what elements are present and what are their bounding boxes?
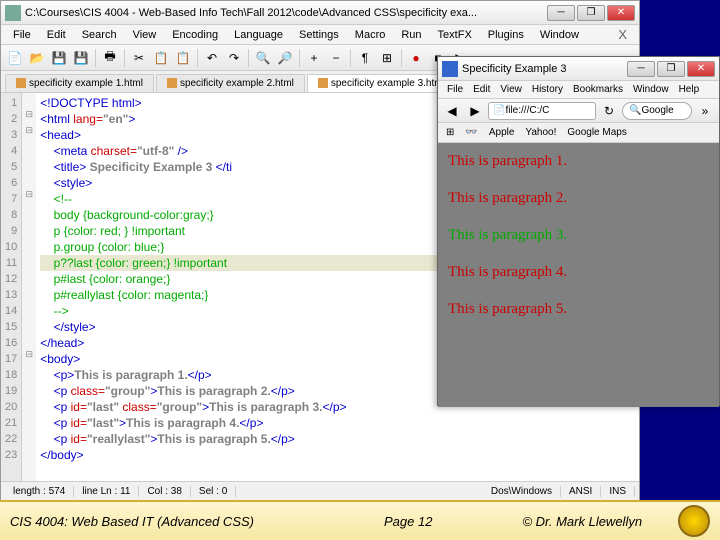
editor-menubar: File Edit Search View Encoding Language …	[1, 25, 639, 45]
record-macro-icon[interactable]: ●	[406, 48, 426, 68]
cut-icon[interactable]: ✂	[129, 48, 149, 68]
menu-edit[interactable]: Edit	[39, 27, 74, 43]
university-logo-icon	[678, 505, 710, 537]
bmenu-file[interactable]: File	[442, 83, 468, 96]
paragraph-2: This is paragraph 2.	[448, 190, 709, 207]
menu-view[interactable]: View	[125, 27, 165, 43]
slide-footer: CIS 4004: Web Based IT (Advanced CSS) Pa…	[0, 500, 720, 540]
app-icon	[5, 5, 21, 21]
sidebar-icon[interactable]: ⊞	[442, 126, 458, 139]
undo-icon[interactable]: ↶	[202, 48, 222, 68]
bmenu-bookmarks[interactable]: Bookmarks	[568, 83, 628, 96]
bmenu-history[interactable]: History	[527, 83, 568, 96]
menu-macro[interactable]: Macro	[347, 27, 394, 43]
bmenu-view[interactable]: View	[495, 83, 527, 96]
back-icon[interactable]: ◀	[442, 101, 462, 121]
line-numbers: 1234567891011121314151617181920212223	[1, 93, 22, 481]
tab-3[interactable]: specificity example 3.html	[307, 74, 456, 92]
show-chars-icon[interactable]: ⊞	[377, 48, 397, 68]
tab-1[interactable]: specificity example 1.html	[5, 74, 154, 92]
doc-close-icon[interactable]: X	[610, 25, 635, 44]
browser-minimize-button[interactable]: ─	[627, 61, 655, 77]
bookmark-apple[interactable]: Apple	[485, 126, 519, 139]
menu-icon[interactable]: »	[695, 101, 715, 121]
browser-menubar: File Edit View History Bookmarks Window …	[438, 81, 719, 99]
tab-2[interactable]: specificity example 2.html	[156, 74, 305, 92]
course-label: CIS 4004: Web Based IT (Advanced CSS)	[10, 514, 254, 529]
menu-file[interactable]: File	[5, 27, 39, 43]
copy-icon[interactable]: 📋	[151, 48, 171, 68]
bmenu-edit[interactable]: Edit	[468, 83, 495, 96]
open-file-icon[interactable]: 📂	[27, 48, 47, 68]
close-button[interactable]: ✕	[607, 5, 635, 21]
browser-viewport: This is paragraph 1. This is paragraph 2…	[438, 143, 719, 407]
forward-icon[interactable]: ▶	[465, 101, 485, 121]
save-all-icon[interactable]: 💾	[71, 48, 91, 68]
zoom-out-icon[interactable]: −	[326, 48, 346, 68]
new-file-icon[interactable]: 📄	[5, 48, 25, 68]
paragraph-3: This is paragraph 3.	[448, 227, 709, 244]
page-number: Page 12	[384, 514, 432, 529]
menu-language[interactable]: Language	[226, 27, 291, 43]
editor-statusbar: length : 574 line Ln : 11 Col : 38 Sel :…	[1, 481, 639, 501]
status-insert: INS	[601, 486, 635, 497]
browser-app-icon	[442, 61, 458, 77]
readinglist-icon[interactable]: 👓	[461, 126, 481, 139]
status-sel: Sel : 0	[191, 486, 236, 497]
zoom-in-icon[interactable]: +	[304, 48, 324, 68]
menu-plugins[interactable]: Plugins	[480, 27, 532, 43]
find-icon[interactable]: 🔍	[253, 48, 273, 68]
file-icon	[167, 78, 177, 88]
replace-icon[interactable]: 🔎	[275, 48, 295, 68]
paragraph-5: This is paragraph 5.	[448, 301, 709, 318]
bmenu-window[interactable]: Window	[628, 83, 674, 96]
browser-titlebar[interactable]: Specificity Example 3 ─ ❐ ✕	[438, 57, 719, 81]
redo-icon[interactable]: ↷	[224, 48, 244, 68]
menu-run[interactable]: Run	[393, 27, 429, 43]
save-icon[interactable]: 💾	[49, 48, 69, 68]
status-length: length : 574	[5, 486, 74, 497]
browser-toolbar: ◀ ▶ 📄 file:///C:/C ↻ 🔍Google »	[438, 99, 719, 123]
browser-close-button[interactable]: ✕	[687, 61, 715, 77]
bookmark-yahoo[interactable]: Yahoo!	[521, 126, 560, 139]
browser-title: Specificity Example 3	[462, 63, 627, 75]
menu-window[interactable]: Window	[532, 27, 587, 43]
paragraph-4: This is paragraph 4.	[448, 264, 709, 281]
menu-textfx[interactable]: TextFX	[430, 27, 480, 43]
print-icon[interactable]: 🖶	[100, 48, 120, 68]
status-eol: Dos\Windows	[483, 486, 561, 497]
copyright-label: © Dr. Mark Llewellyn	[522, 514, 642, 529]
bookmark-gmaps[interactable]: Google Maps	[563, 126, 630, 139]
reload-icon[interactable]: ↻	[599, 101, 619, 121]
url-input[interactable]: 📄 file:///C:/C	[488, 102, 596, 120]
status-col: Col : 38	[139, 486, 190, 497]
fold-gutter[interactable]: ⊟⊟⊟⊟	[22, 93, 36, 481]
file-icon	[318, 78, 328, 88]
menu-settings[interactable]: Settings	[291, 27, 347, 43]
status-line: line Ln : 11	[74, 486, 139, 497]
wordwrap-icon[interactable]: ¶	[355, 48, 375, 68]
file-icon	[16, 78, 26, 88]
paste-icon[interactable]: 📋	[173, 48, 193, 68]
browser-window: Specificity Example 3 ─ ❐ ✕ File Edit Vi…	[437, 56, 720, 406]
editor-titlebar[interactable]: C:\Courses\CIS 4004 - Web-Based Info Tec…	[1, 1, 639, 25]
menu-encoding[interactable]: Encoding	[164, 27, 226, 43]
status-encoding: ANSI	[561, 486, 601, 497]
menu-search[interactable]: Search	[74, 27, 125, 43]
window-title: C:\Courses\CIS 4004 - Web-Based Info Tec…	[25, 7, 547, 19]
search-input[interactable]: 🔍Google	[622, 102, 692, 120]
minimize-button[interactable]: ─	[547, 5, 575, 21]
maximize-button[interactable]: ❐	[577, 5, 605, 21]
bookmarks-bar: ⊞ 👓 Apple Yahoo! Google Maps	[438, 123, 719, 143]
bmenu-help[interactable]: Help	[674, 83, 705, 96]
paragraph-1: This is paragraph 1.	[448, 153, 709, 170]
browser-maximize-button[interactable]: ❐	[657, 61, 685, 77]
